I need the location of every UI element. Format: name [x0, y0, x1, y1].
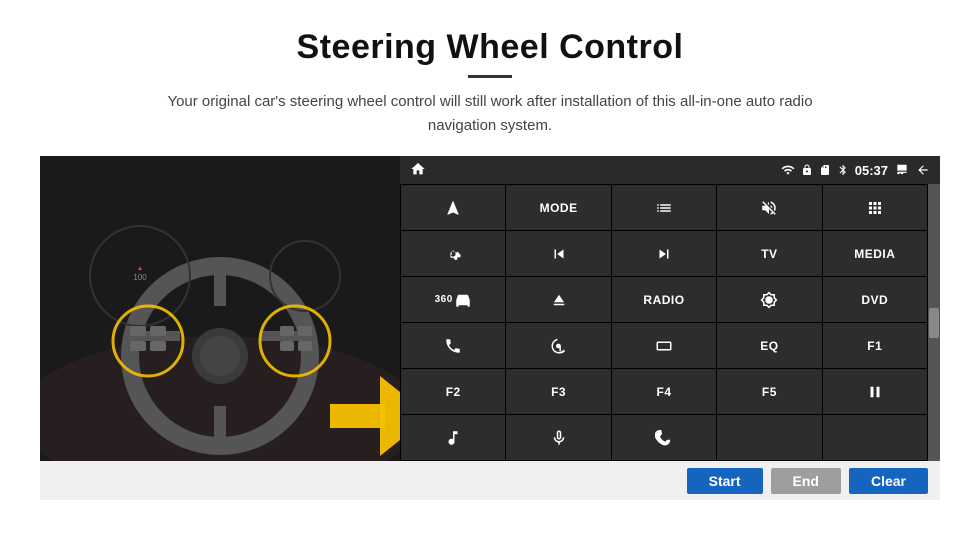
title-section: Steering Wheel Control Your original car…	[40, 28, 940, 138]
btn-music[interactable]	[401, 415, 505, 460]
btn-radio[interactable]: RADIO	[612, 277, 716, 322]
svg-text:▲: ▲	[137, 266, 143, 272]
brightness-icon	[760, 291, 778, 309]
action-bar: Start End Clear	[40, 461, 940, 500]
btn-empty2	[823, 415, 927, 460]
btn-f2[interactable]: F2	[401, 369, 505, 414]
btn-phone-end[interactable]	[612, 415, 716, 460]
svg-text:100: 100	[133, 273, 147, 282]
settings-icon	[444, 245, 462, 263]
music-icon	[444, 429, 462, 447]
page-title: Steering Wheel Control	[40, 28, 940, 67]
swipe-icon	[550, 337, 568, 355]
status-time: 05:37	[855, 163, 888, 178]
bluetooth-icon	[837, 164, 849, 176]
btn-apps[interactable]	[823, 185, 927, 230]
scrollbar[interactable]	[928, 184, 940, 461]
list-icon	[655, 199, 673, 217]
eject-icon	[550, 291, 568, 309]
btn-mute[interactable]	[717, 185, 821, 230]
btn-mode[interactable]: MODE	[506, 185, 610, 230]
sd-icon	[819, 164, 831, 176]
wifi-icon	[781, 163, 795, 177]
status-bar: 05:37	[400, 156, 940, 184]
play-pause-icon	[866, 383, 884, 401]
clear-button[interactable]: Clear	[849, 468, 928, 494]
car-small-icon	[454, 291, 472, 309]
btn-empty1	[717, 415, 821, 460]
btn-play-pause[interactable]	[823, 369, 927, 414]
phone-icon	[444, 337, 462, 355]
status-left	[410, 161, 426, 180]
btn-360[interactable]: 360	[401, 277, 505, 322]
prev-icon	[550, 245, 568, 263]
end-button[interactable]: End	[771, 468, 841, 494]
btn-next[interactable]	[612, 231, 716, 276]
scroll-thumb	[929, 308, 939, 338]
btn-f4[interactable]: F4	[612, 369, 716, 414]
navigate-icon	[444, 199, 462, 217]
btn-eq[interactable]: EQ	[717, 323, 821, 368]
status-right: 05:37	[781, 163, 930, 178]
btn-dvd[interactable]: DVD	[823, 277, 927, 322]
btn-f3[interactable]: F3	[506, 369, 610, 414]
btn-rectangle[interactable]	[612, 323, 716, 368]
btn-f1[interactable]: F1	[823, 323, 927, 368]
btn-media[interactable]: MEDIA	[823, 231, 927, 276]
btn-phone[interactable]	[401, 323, 505, 368]
page-wrapper: Steering Wheel Control Your original car…	[0, 0, 980, 500]
back-icon	[916, 163, 930, 177]
start-button[interactable]: Start	[687, 468, 763, 494]
btn-navigate[interactable]	[401, 185, 505, 230]
btn-tv[interactable]: TV	[717, 231, 821, 276]
btn-eject[interactable]	[506, 277, 610, 322]
radio-panel: 05:37 MODE	[400, 156, 940, 461]
mute-icon	[760, 199, 778, 217]
subtitle: Your original car's steering wheel contr…	[140, 90, 840, 138]
btn-f5[interactable]: F5	[717, 369, 821, 414]
content-area: 100 ▲	[40, 156, 940, 461]
btn-prev[interactable]	[506, 231, 610, 276]
btn-mic[interactable]	[506, 415, 610, 460]
button-grid: MODE	[400, 184, 928, 461]
phone-end-icon	[655, 429, 673, 447]
mic-icon	[550, 429, 568, 447]
btn-swipe[interactable]	[506, 323, 610, 368]
rectangle-icon	[655, 337, 673, 355]
home-icon	[410, 161, 426, 177]
panel-inner: MODE	[400, 184, 940, 461]
360-label: 360	[435, 294, 453, 305]
btn-list[interactable]	[612, 185, 716, 230]
apps-icon	[866, 199, 884, 217]
screen-icon	[894, 163, 910, 177]
car-image: 100 ▲	[40, 156, 400, 461]
next-icon	[655, 245, 673, 263]
lock-icon	[801, 164, 813, 176]
btn-brightness[interactable]	[717, 277, 821, 322]
btn-settings[interactable]	[401, 231, 505, 276]
title-divider	[468, 75, 512, 78]
